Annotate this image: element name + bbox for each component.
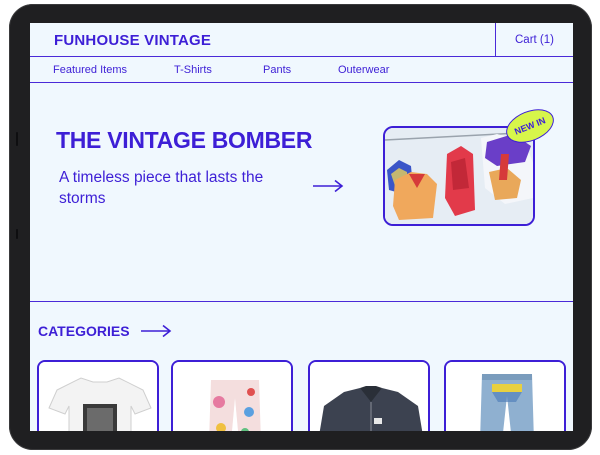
arrow-right-icon[interactable] [140,324,172,338]
hero-subtitle: A timeless piece that lasts the storms [59,169,264,207]
cart-button[interactable]: Cart (1) [495,23,573,57]
nav-item-outerwear[interactable]: Outerwear [338,64,389,76]
hero-banner: THE VINTAGE BOMBER A timeless piece that… [30,83,573,302]
tshirt-image [39,362,157,431]
category-card-outerwear[interactable] [308,360,430,431]
jacket-image [310,362,428,431]
nav-item-featured[interactable]: Featured Items [53,64,127,76]
tablet-side-button [16,132,18,146]
brand-logo[interactable]: FUNHOUSE VINTAGE [54,32,211,49]
category-card-jeans[interactable] [444,360,566,431]
screen: FUNHOUSE VINTAGE Cart (1) Featured Items… [30,23,573,431]
hero-title: THE VINTAGE BOMBER [56,127,313,153]
category-nav: Featured Items T-Shirts Pants Outerwear [30,57,573,83]
jackets-on-rack-image [385,128,533,224]
site-header: FUNHOUSE VINTAGE Cart (1) [30,23,573,57]
category-card-tshirts[interactable] [37,360,159,431]
categories-title: CATEGORIES [38,323,130,339]
arrow-right-icon[interactable] [312,179,344,193]
category-card-pants[interactable] [171,360,293,431]
jeans-image [446,362,564,431]
nav-item-pants[interactable]: Pants [263,64,291,76]
pants-image [173,362,291,431]
nav-item-tshirts[interactable]: T-Shirts [174,64,212,76]
tablet-side-button [16,229,18,239]
